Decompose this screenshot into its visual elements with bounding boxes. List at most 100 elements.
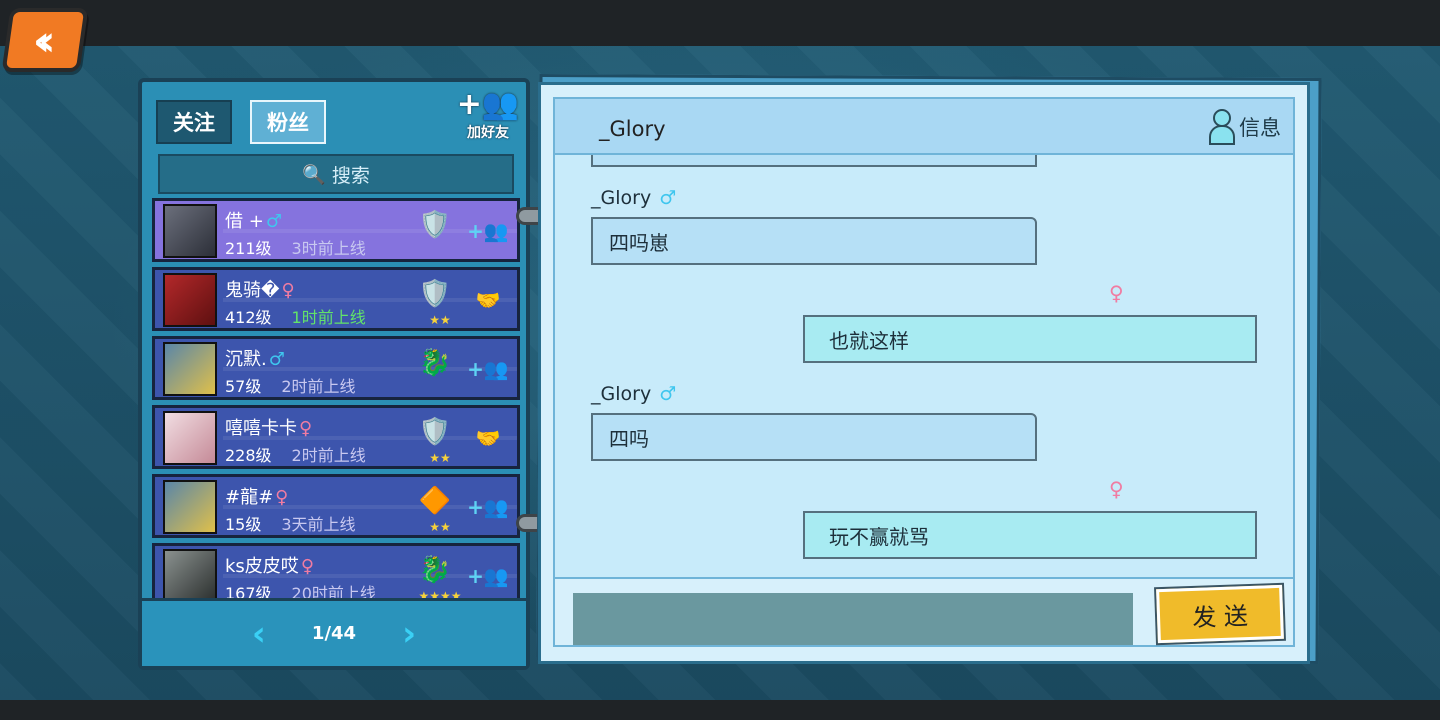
nickname-text: 借 + [225, 211, 264, 232]
nickname: 鬼骑� ♀ [225, 276, 295, 302]
avatar [163, 549, 217, 603]
male-icon: ♂ [659, 383, 677, 405]
add-friend-icon[interactable]: +👥 [467, 353, 509, 385]
bronze-badge-icon: 🔶 [418, 486, 452, 516]
top-bar [0, 0, 1440, 46]
last-online: 1时前上线 [291, 308, 366, 327]
list-item[interactable]: 借 + ♂ 211级 3时前上线 🛡️ +👥 [152, 198, 520, 262]
level: 412级 [225, 308, 272, 327]
list-item[interactable]: #龍# ♀ 15级 3天前上线 🔶 ★★ +👥 [152, 474, 520, 538]
last-online: 3天前上线 [281, 515, 356, 534]
nickname-text: ks皮皮哎 [225, 556, 299, 577]
avatar [163, 480, 217, 534]
last-online: 3时前上线 [291, 239, 366, 258]
back-button[interactable]: ‹‹ [1, 8, 89, 72]
message-bubble: 也就这样 [803, 315, 1257, 363]
female-icon: ♀ [300, 556, 314, 577]
nickname: #龍# ♀ [225, 483, 288, 509]
row-meta: 15级 3天前上线 [225, 511, 356, 535]
last-online: 2时前上线 [291, 446, 366, 465]
level: 211级 [225, 239, 272, 258]
chevron-left-icon[interactable]: ‹ [252, 614, 266, 654]
send-button[interactable]: 发 送 [1156, 584, 1284, 644]
double-chevron-left-icon: ‹‹ [32, 15, 44, 65]
fans-panel: 关注 粉丝 +👥 加好友 🔍 搜索 借 + ♂ 211级 3时前上线 🛡️ +👥 鬼… [138, 78, 530, 670]
bottom-bar [0, 700, 1440, 720]
handshake-icon[interactable]: 🤝 [467, 284, 509, 316]
female-icon: ♀ [1109, 477, 1124, 501]
message-bubble-partial [591, 155, 1037, 167]
male-icon: ♂ [265, 211, 282, 232]
nickname: 沉默. ♂ [225, 345, 285, 371]
female-icon: ♀ [281, 280, 295, 301]
add-friend-button[interactable]: +👥 加好友 [456, 87, 520, 146]
black-orb-badge-icon: 🛡️ [418, 210, 452, 240]
female-icon: ♀ [1109, 281, 1124, 305]
avatar [163, 342, 217, 396]
message-sender: _Glory ♂ [591, 187, 676, 209]
magnifier-icon: 🔍 [302, 163, 326, 186]
add-friend-icon[interactable]: +👥 [467, 215, 509, 247]
info-label: 信息 [1239, 116, 1281, 140]
pagination: ‹ 1/44 › [142, 598, 526, 666]
chat-input-row: 发 送 [553, 577, 1295, 647]
last-online: 2时前上线 [281, 377, 356, 396]
chat-title: _Glory [599, 117, 666, 141]
add-friend-icon[interactable]: +👥 [467, 560, 509, 592]
sender-name: _Glory [591, 187, 652, 209]
female-icon: ♀ [299, 418, 313, 439]
nickname-text: 沉默. [225, 349, 267, 370]
dragon-badge-icon: 🐉 [418, 348, 452, 378]
black-orb-badge-icon: 🛡️ [418, 417, 452, 447]
row-meta: 57级 2时前上线 [225, 373, 356, 397]
black-orb-badge-icon: 🛡️ [418, 279, 452, 309]
dragon-badge-icon: 🐉 [418, 555, 452, 585]
fans-list: 借 + ♂ 211级 3时前上线 🛡️ +👥 鬼骑� ♀ 412级 1时前上线 🛡️ ★… [152, 198, 520, 612]
page-indicator: 1/44 [311, 623, 357, 644]
message-sender: _Glory ♂ [591, 383, 676, 405]
message-bubble: 四吗 [591, 413, 1037, 461]
level: 228级 [225, 446, 272, 465]
female-icon: ♀ [275, 487, 289, 508]
avatar [163, 411, 217, 465]
list-item[interactable]: 嘻嘻卡卡 ♀ 228级 2时前上线 🛡️ ★★ 🤝 [152, 405, 520, 469]
nickname: 嘻嘻卡卡 ♀ [225, 414, 312, 440]
handshake-icon[interactable]: 🤝 [467, 422, 509, 454]
tab-follow[interactable]: 关注 [156, 100, 232, 144]
level: 15级 [225, 515, 262, 534]
add-friend-icon: +👥 [456, 87, 520, 122]
star-rating: ★★ [429, 520, 451, 534]
row-meta: 228级 2时前上线 [225, 442, 366, 466]
tab-fans[interactable]: 粉丝 [250, 100, 326, 144]
search-bar[interactable]: 🔍 搜索 [158, 154, 514, 194]
message-bubble: 四吗崽 [591, 217, 1037, 265]
chat-panel: _Glory 信息 _Glory ♂ 四吗崽 ♀ 也就这样 _Glory ♂ 四… [538, 82, 1310, 664]
search-label: 搜索 [331, 164, 370, 187]
male-icon: ♂ [268, 349, 285, 370]
chat-input[interactable] [573, 593, 1133, 645]
nickname-text: #龍# [225, 487, 274, 508]
row-meta: 412级 1时前上线 [225, 304, 366, 328]
nickname-text: 鬼骑� [225, 280, 280, 301]
row-meta: 211级 3时前上线 [225, 235, 366, 259]
list-item[interactable]: 鬼骑� ♀ 412级 1时前上线 🛡️ ★★ 🤝 [152, 267, 520, 331]
avatar [163, 273, 217, 327]
message-bubble: 玩不赢就骂 [803, 511, 1257, 559]
chat-header: _Glory 信息 [553, 97, 1295, 155]
sender-name: _Glory [591, 383, 652, 405]
avatar [163, 204, 217, 258]
level: 57级 [225, 377, 262, 396]
chevron-right-icon[interactable]: › [402, 614, 416, 654]
nickname-text: 嘻嘻卡卡 [225, 418, 297, 439]
person-icon [1209, 109, 1235, 145]
star-rating: ★★ [429, 451, 451, 465]
add-friend-icon[interactable]: +👥 [467, 491, 509, 523]
info-button[interactable]: 信息 [1209, 107, 1281, 147]
add-friend-label: 加好友 [467, 125, 509, 141]
nickname: 借 + ♂ [225, 207, 282, 233]
message-list[interactable]: _Glory ♂ 四吗崽 ♀ 也就这样 _Glory ♂ 四吗 ♀ 玩不赢就骂 [553, 155, 1295, 577]
list-item[interactable]: 沉默. ♂ 57级 2时前上线 🐉 +👥 [152, 336, 520, 400]
nickname: ks皮皮哎 ♀ [225, 552, 314, 578]
male-icon: ♂ [659, 187, 677, 209]
star-rating: ★★ [429, 313, 451, 327]
